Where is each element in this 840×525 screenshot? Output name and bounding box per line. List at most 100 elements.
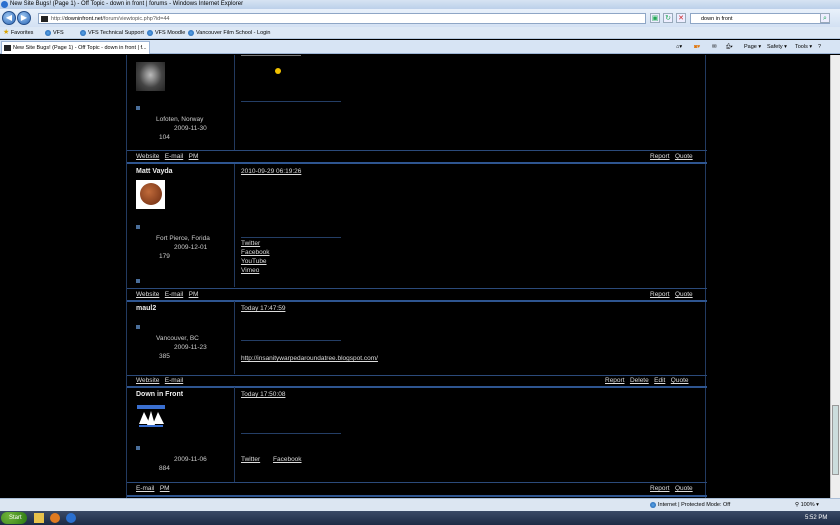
post-actions: Report Quote <box>650 153 693 160</box>
author-post-count: 884 <box>159 465 170 472</box>
avatar <box>136 180 165 209</box>
author-post-count: 385 <box>159 353 170 360</box>
vertical-scrollbar[interactable] <box>830 55 840 498</box>
sig-link-facebook[interactable]: Facebook <box>273 456 302 463</box>
report-link[interactable]: Report <box>605 377 625 384</box>
delete-link[interactable]: Delete <box>630 377 649 384</box>
author-name: maul2 <box>136 305 157 312</box>
ie-icon <box>1 1 8 8</box>
post-date-link[interactable]: Today 17:50:08 <box>241 391 285 398</box>
url-path: /forum/viewtopic.php?id=44 <box>102 16 170 22</box>
author-post-count: 179 <box>159 253 170 260</box>
post-date-link[interactable]: 2010-09-29 06:19:26 <box>241 168 301 175</box>
forward-button[interactable]: ▶ <box>17 11 31 25</box>
tab-label: New Site Bugs! (Page 1) - Off Topic - do… <box>13 45 147 51</box>
firefox-icon[interactable] <box>50 513 60 523</box>
pm-link[interactable]: PM <box>189 153 199 160</box>
quote-link[interactable]: Quote <box>675 485 693 492</box>
quote-link[interactable]: Quote <box>671 377 689 384</box>
email-link[interactable]: E-mail <box>165 291 183 298</box>
favorites-bar: ★ Favorites VFS VFS Technical Support VF… <box>0 27 840 39</box>
post-actions: Report Quote <box>650 291 693 298</box>
tools-menu[interactable]: Tools ▾ <box>795 43 812 52</box>
favorites-link-vfs-technical-support[interactable]: VFS Technical Support <box>80 27 144 39</box>
forum-post: maul2 Today 17:47:59 Vancouver, BC 2009-… <box>127 301 707 388</box>
stop-icon[interactable]: ✕ <box>676 13 686 23</box>
avatar <box>136 404 166 430</box>
report-link[interactable]: Report <box>650 153 670 160</box>
address-bar[interactable]: http://downinfront.net/forum/viewtopic.p… <box>38 13 646 24</box>
sig-link-youtube[interactable]: YouTube <box>241 258 267 265</box>
folder-icon[interactable] <box>34 513 44 523</box>
help-button[interactable]: ? <box>818 43 821 52</box>
forum-posts: Lofoten, Norway 2009-11-30 104 Website E… <box>126 55 707 498</box>
favorites-link-vfs[interactable]: VFS <box>45 27 64 39</box>
status-marker <box>136 225 140 229</box>
start-button[interactable]: Start <box>1 512 27 524</box>
favorites-link-vfs-login[interactable]: Vancouver Film School - Login <box>188 27 271 39</box>
post-date-link[interactable]: Today 17:47:59 <box>241 305 285 312</box>
globe-icon <box>45 29 51 36</box>
mail-icon[interactable]: ✉ <box>712 43 717 52</box>
website-link[interactable]: Website <box>136 377 159 384</box>
author-name: Down in Front <box>136 391 184 398</box>
tab-current[interactable]: New Site Bugs! (Page 1) - Off Topic - do… <box>1 41 150 54</box>
author-registered: 2009-11-06 <box>174 456 207 463</box>
author-location: Lofoten, Norway <box>156 116 204 123</box>
search-icon[interactable]: ⌕ <box>820 13 830 23</box>
tab-bar: New Site Bugs! (Page 1) - Off Topic - do… <box>0 40 840 54</box>
sig-link-vimeo[interactable]: Vimeo <box>241 267 259 274</box>
report-link[interactable]: Report <box>650 291 670 298</box>
refresh-icon[interactable]: ↻ <box>663 13 673 23</box>
website-link[interactable]: Website <box>136 153 159 160</box>
sig-link-blog[interactable]: http://insanitywarpedaroundatree.blogspo… <box>241 355 378 362</box>
quote-link[interactable]: Quote <box>675 291 693 298</box>
website-link[interactable]: Website <box>136 291 159 298</box>
quote-link[interactable]: Quote <box>675 153 693 160</box>
forum-post: Lofoten, Norway 2009-11-30 104 Website E… <box>127 55 707 164</box>
author-registered: 2009-12-01 <box>174 244 208 251</box>
search-input[interactable]: down in front <box>690 13 830 24</box>
sig-link-facebook[interactable]: Facebook <box>241 249 270 256</box>
author-location: Vancouver, BC <box>156 335 199 342</box>
compatibility-view-icon[interactable]: ▣ <box>650 13 660 23</box>
edit-link[interactable]: Edit <box>654 377 665 384</box>
author-location: Fort Pierce, Forida <box>156 235 210 242</box>
scrollbar-thumb[interactable] <box>832 405 839 475</box>
favorites-button[interactable]: ★ Favorites <box>3 27 33 39</box>
down-in-front-logo <box>137 405 165 427</box>
print-icon[interactable]: ⎙▾ <box>726 43 733 52</box>
email-link[interactable]: E-mail <box>165 153 183 160</box>
navigation-bar: ◀ ▶ http://downinfront.net/forum/viewtop… <box>0 9 840 27</box>
author-name: Matt Vayda <box>136 168 173 175</box>
sig-link-twitter[interactable]: Twitter <box>241 456 260 463</box>
sig-link-twitter[interactable]: Twitter <box>241 240 260 247</box>
back-button[interactable]: ◀ <box>2 11 16 25</box>
pm-link[interactable]: PM <box>160 485 170 492</box>
site-favicon-icon <box>41 16 48 22</box>
post-footer-links: Website E-mail <box>136 377 183 384</box>
author-registered: 2009-11-30 <box>174 125 207 132</box>
football-image <box>140 183 162 205</box>
post-footer-links: E-mail PM <box>136 485 170 492</box>
page-menu[interactable]: Page ▾ <box>744 43 761 52</box>
globe-icon <box>80 29 86 36</box>
pm-link[interactable]: PM <box>189 291 199 298</box>
author-post-count: 104 <box>159 134 170 141</box>
post-footer-links: Website E-mail PM <box>136 291 198 298</box>
avatar <box>136 62 165 91</box>
home-icon[interactable]: ⌂▾ <box>676 43 682 52</box>
safety-menu[interactable]: Safety ▾ <box>767 43 787 52</box>
email-link[interactable]: E-mail <box>165 377 183 384</box>
report-link[interactable]: Report <box>650 485 670 492</box>
feeds-icon[interactable]: ◙▾ <box>694 43 700 52</box>
globe-icon <box>147 29 153 36</box>
zoom-level[interactable]: ⚲ 100% ▾ <box>795 499 819 511</box>
author-registered: 2009-11-23 <box>174 344 207 351</box>
post-actions: Report Delete Edit Quote <box>605 377 689 384</box>
ie-icon[interactable] <box>66 513 76 523</box>
email-link[interactable]: E-mail <box>136 485 154 492</box>
favorites-link-vfs-moodle[interactable]: VFS Moodle <box>147 27 185 39</box>
status-marker <box>136 446 140 450</box>
page-content: Lofoten, Norway 2009-11-30 104 Website E… <box>0 55 830 498</box>
